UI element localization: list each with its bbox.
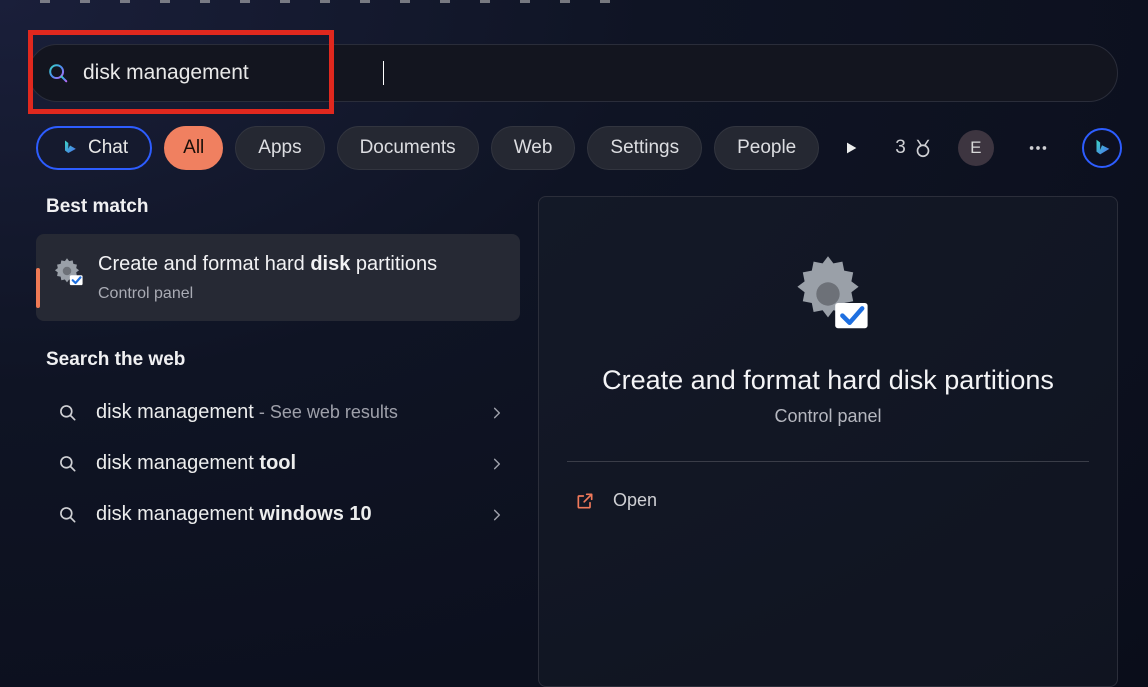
- best-title-bold: disk: [310, 253, 350, 275]
- best-title-prefix: Create and format hard: [98, 253, 310, 275]
- best-match-subtitle: Control panel: [98, 285, 437, 303]
- filter-all-label: All: [183, 137, 204, 159]
- filter-web-label: Web: [514, 137, 553, 159]
- filter-settings[interactable]: Settings: [587, 126, 702, 170]
- web-result-0[interactable]: disk management - See web results: [36, 387, 520, 438]
- filter-settings-label: Settings: [610, 137, 679, 159]
- preview-subtitle: Control panel: [774, 406, 881, 427]
- filter-people-label: People: [737, 137, 796, 159]
- rewards-count: 3: [895, 137, 906, 159]
- play-overflow-button[interactable]: [831, 128, 871, 168]
- window-top-marks: [40, 0, 1108, 4]
- bing-button[interactable]: [1082, 128, 1122, 168]
- avatar-initial: E: [970, 138, 981, 158]
- filter-documents-label: Documents: [360, 137, 456, 159]
- bing-chat-icon: [60, 138, 80, 158]
- medal-icon: [912, 137, 934, 159]
- web-result-text: disk management tool: [96, 452, 472, 475]
- filter-row: Chat All Apps Documents Web Settings Peo…: [36, 126, 1118, 170]
- web-result-2[interactable]: disk management windows 10: [36, 489, 520, 540]
- open-action[interactable]: Open: [567, 480, 1089, 521]
- web-result-text: disk management - See web results: [96, 401, 472, 424]
- chevron-right-icon: [490, 508, 504, 522]
- chevron-right-icon: [490, 457, 504, 471]
- open-label: Open: [613, 490, 657, 511]
- filter-documents[interactable]: Documents: [337, 126, 479, 170]
- user-avatar[interactable]: E: [958, 130, 994, 166]
- open-external-icon: [575, 491, 595, 511]
- filter-apps[interactable]: Apps: [235, 126, 324, 170]
- results-column: Best match Create and format hard disk p…: [36, 196, 520, 687]
- web-result-1-q: disk management: [96, 452, 259, 474]
- web-result-2-bold: windows 10: [259, 503, 371, 525]
- more-options-button[interactable]: [1018, 128, 1058, 168]
- rewards-indicator[interactable]: 3: [895, 137, 934, 159]
- web-result-text: disk management windows 10: [96, 503, 472, 526]
- web-result-1[interactable]: disk management tool: [36, 438, 520, 489]
- text-cursor: [383, 61, 384, 85]
- search-icon: [47, 62, 69, 84]
- header-right-cluster: 3 E: [831, 128, 1122, 168]
- web-result-0-q: disk management: [96, 401, 254, 423]
- preview-panel: Create and format hard disk partitions C…: [538, 196, 1118, 687]
- filter-web[interactable]: Web: [491, 126, 576, 170]
- ellipsis-icon: [1027, 137, 1049, 159]
- gear-check-icon: [50, 254, 84, 288]
- search-icon: [58, 505, 78, 525]
- bing-icon: [1091, 137, 1113, 159]
- content-area: Best match Create and format hard disk p…: [36, 196, 1118, 687]
- search-bar[interactable]: [28, 44, 1118, 102]
- search-icon: [58, 454, 78, 474]
- search-area: [28, 32, 1118, 102]
- filter-all[interactable]: All: [164, 126, 223, 170]
- web-result-0-suffix: - See web results: [254, 402, 398, 422]
- best-match-result[interactable]: Create and format hard disk partitions C…: [36, 234, 520, 321]
- preview-title: Create and format hard disk partitions: [602, 365, 1054, 396]
- section-search-web: Search the web: [46, 349, 520, 371]
- best-title-suffix: partitions: [350, 253, 437, 275]
- section-best-match: Best match: [46, 196, 520, 218]
- divider: [567, 461, 1089, 462]
- filter-people[interactable]: People: [714, 126, 819, 170]
- play-icon: [843, 140, 859, 156]
- best-match-text: Create and format hard disk partitions C…: [98, 250, 437, 303]
- web-result-2-q: disk management: [96, 503, 259, 525]
- best-match-title: Create and format hard disk partitions: [98, 250, 437, 279]
- filter-apps-label: Apps: [258, 137, 301, 159]
- web-result-1-bold: tool: [259, 452, 296, 474]
- chevron-right-icon: [490, 406, 504, 420]
- filter-chat[interactable]: Chat: [36, 126, 152, 170]
- filter-chat-label: Chat: [88, 137, 128, 159]
- search-icon: [58, 403, 78, 423]
- gear-check-large-icon: [783, 249, 873, 339]
- search-input[interactable]: [83, 61, 383, 85]
